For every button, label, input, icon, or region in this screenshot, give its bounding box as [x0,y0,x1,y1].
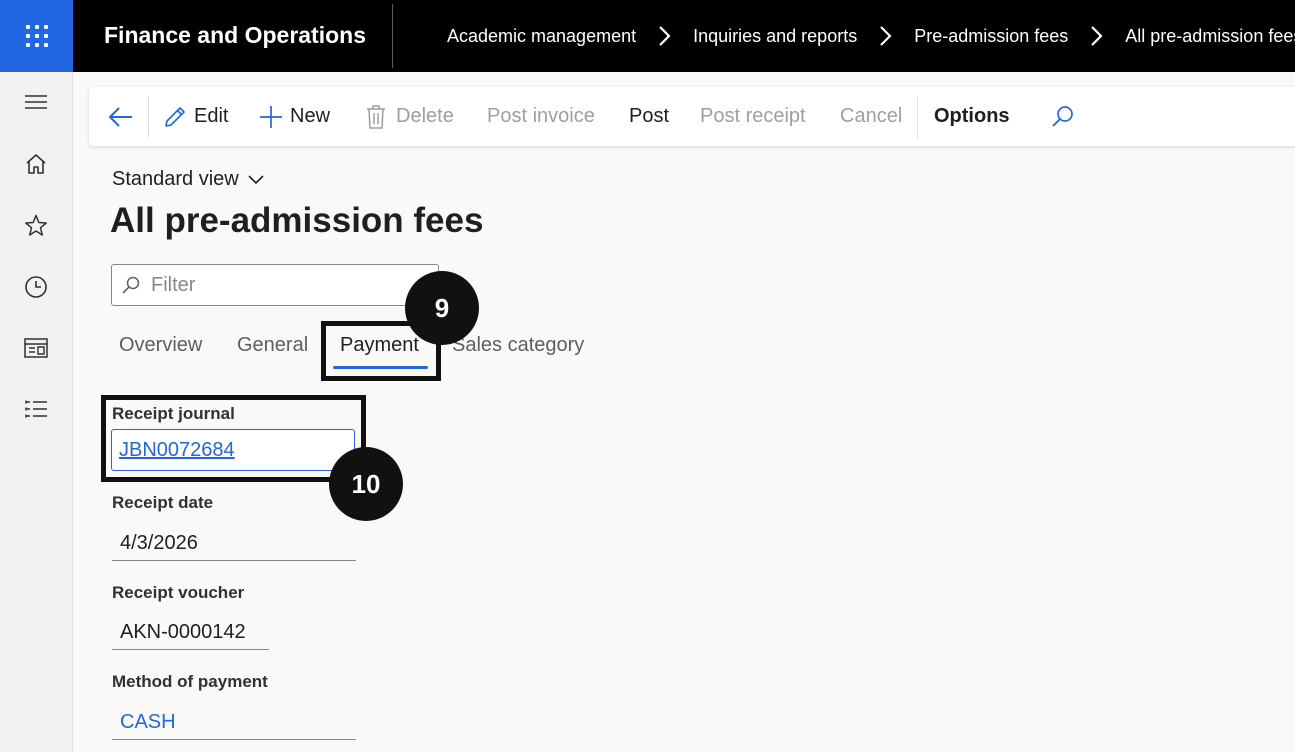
breadcrumb-item[interactable]: Academic management [447,26,636,47]
cancel-button[interactable]: Cancel [840,87,902,146]
step-badge-10: 10 [329,447,403,521]
app-title[interactable]: Finance and Operations [104,22,366,49]
filter-input[interactable] [149,272,423,298]
chevron-down-icon [248,174,264,184]
chevron-right-icon [1091,26,1103,46]
receipt-journal-highlight [101,395,366,482]
search-button[interactable] [1050,87,1076,146]
delete-button[interactable]: Delete [364,87,454,146]
breadcrumb-item[interactable]: Pre-admission fees [914,26,1068,47]
delete-label: Delete [396,105,454,127]
back-button[interactable] [107,87,135,146]
receipt-date-value: 4/3/2026 [120,532,198,554]
search-icon [122,276,140,294]
action-separator [917,96,918,138]
breadcrumb-item[interactable]: Inquiries and reports [693,26,857,47]
page-title: All pre-admission fees [110,201,484,240]
left-navigation [0,72,73,752]
top-bar: Finance and Operations Academic manageme… [0,0,1295,72]
list-icon[interactable] [22,396,50,424]
post-invoice-button[interactable]: Post invoice [487,87,595,146]
tab-general[interactable]: General [237,334,308,357]
arrow-left-icon [108,106,132,127]
action-separator [148,96,149,138]
trash-icon [367,104,385,129]
step-badge-9: 9 [405,271,479,345]
breadcrumb-item-current[interactable]: All pre-admission fees [1125,26,1295,47]
new-button[interactable]: New [258,87,330,146]
search-icon [1052,105,1073,127]
view-selector-label: Standard view [112,168,239,190]
post-button[interactable]: Post [629,87,669,146]
app-launcher-button[interactable] [0,0,73,72]
post-receipt-button[interactable]: Post receipt [700,87,806,146]
plus-icon [260,105,282,128]
chevron-right-icon [880,26,892,46]
action-pane: Edit New Delete Post invoice Post Post r… [89,87,1295,146]
pencil-icon [165,106,185,127]
chevron-right-icon [659,26,671,46]
breadcrumb: Academic management Inquiries and report… [447,24,1295,48]
receipt-voucher-field[interactable]: AKN-0000142 [112,616,269,650]
clock-icon[interactable] [22,273,50,301]
edit-label: Edit [194,105,229,127]
method-of-payment-value[interactable]: CASH [120,711,176,734]
workspace-icon[interactable] [22,334,50,362]
receipt-date-field[interactable]: 4/3/2026 [112,527,356,561]
waffle-icon [25,25,48,47]
method-of-payment-label: Method of payment [112,672,268,691]
hamburger-icon[interactable] [22,88,50,116]
receipt-voucher-value: AKN-0000142 [120,621,246,643]
receipt-voucher-label: Receipt voucher [112,583,245,602]
receipt-date-label: Receipt date [112,493,214,512]
new-label: New [290,105,331,127]
method-of-payment-field[interactable]: CASH [112,706,356,740]
options-button[interactable]: Options [934,87,1010,146]
top-divider [392,4,393,68]
tab-overview[interactable]: Overview [119,334,202,357]
home-icon[interactable] [22,150,50,178]
tab-sales-category[interactable]: Sales category [452,334,584,357]
star-icon[interactable] [22,212,50,240]
edit-button[interactable]: Edit [162,87,228,146]
filter-box[interactable] [111,264,439,306]
view-selector[interactable]: Standard view [112,168,266,191]
